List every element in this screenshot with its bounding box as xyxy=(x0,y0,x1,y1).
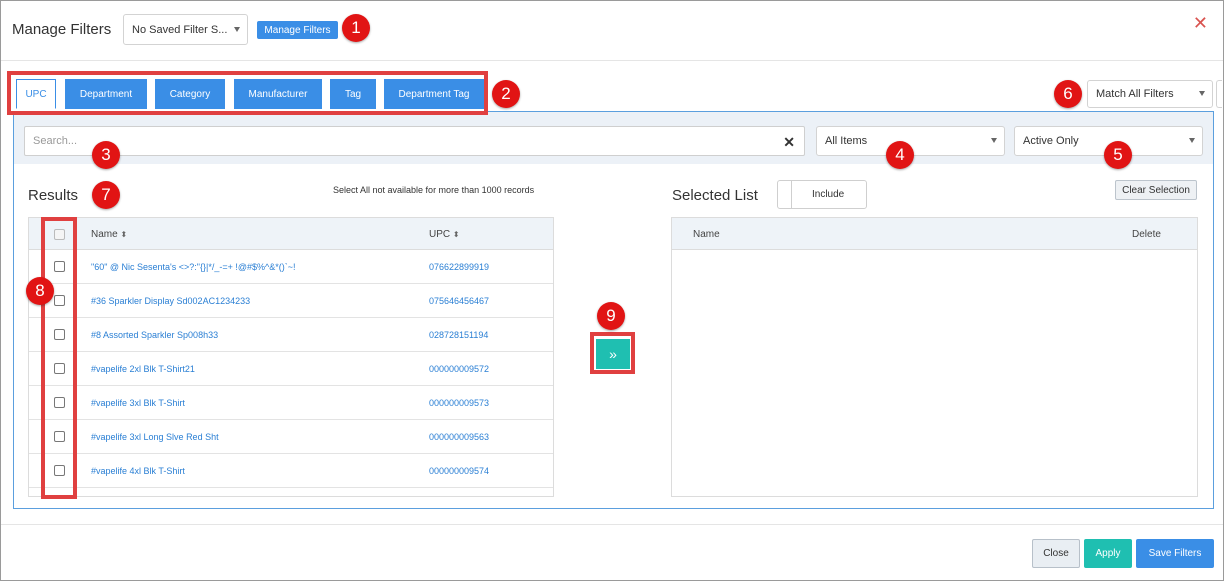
close-button[interactable]: Close xyxy=(1032,539,1080,568)
row-name-link[interactable]: #vapelife 3xl Blk T-Shirt xyxy=(91,398,185,408)
annotation-badge: 6 xyxy=(1054,80,1082,108)
annotation-badge: 2 xyxy=(492,80,520,108)
row-upc-link[interactable]: 028728151194 xyxy=(429,330,488,340)
name-column-label: Name xyxy=(91,229,118,240)
row-upc-link[interactable]: 076622899919 xyxy=(429,262,489,272)
chevron-down-icon xyxy=(1199,91,1205,96)
table-row[interactable]: #vapelife 3xl Long Slve Red Sht 000000009… xyxy=(29,420,553,454)
sort-icon: ⬍ xyxy=(452,230,460,239)
row-upc-link[interactable]: 000000009573 xyxy=(429,398,489,408)
chevron-down-icon xyxy=(1189,138,1195,143)
dialog-title: Manage Filters xyxy=(12,21,112,38)
save-filters-button[interactable]: Save Filters xyxy=(1136,539,1214,568)
sort-icon: ⬍ xyxy=(120,230,128,239)
include-toggle[interactable]: Include xyxy=(777,180,867,209)
selected-list-table: Name Delete xyxy=(671,217,1198,497)
annotation-badge: 9 xyxy=(597,302,625,330)
match-filters-select[interactable]: Match All Filters xyxy=(1087,80,1213,108)
saved-filter-value: No Saved Filter S... xyxy=(132,23,228,36)
name-column-header[interactable]: Name ⬍ xyxy=(91,229,127,240)
row-name-link[interactable]: #vapelife 3xl Long Slve Red Sht xyxy=(91,432,219,442)
close-icon[interactable]: ✕ xyxy=(1193,14,1208,32)
table-row[interactable]: #vapelife 3xl Blk T-Shirt 000000009573 xyxy=(29,386,553,420)
results-table: Name ⬍ UPC ⬍ "60" @ Nic Sesenta's <>?:"{… xyxy=(28,217,554,497)
chevron-down-icon xyxy=(991,138,997,143)
search-input[interactable]: Search... ✕ xyxy=(24,126,805,156)
annotation-badge: 5 xyxy=(1104,141,1132,169)
select-all-note: Select All not available for more than 1… xyxy=(333,185,535,195)
header-divider xyxy=(1,60,1223,61)
row-name-link[interactable]: #vapelife 4xl Blk T-Shirt xyxy=(91,466,185,476)
status-filter-value: Active Only xyxy=(1023,135,1079,147)
row-upc-link[interactable]: 075646456467 xyxy=(429,296,489,306)
annotation-badge: 4 xyxy=(886,141,914,169)
clear-search-icon[interactable]: ✕ xyxy=(783,134,795,151)
search-placeholder: Search... xyxy=(33,135,78,147)
annotation-badge: 7 xyxy=(92,181,120,209)
row-upc-link[interactable]: 000000009563 xyxy=(429,432,489,442)
include-toggle-switch[interactable] xyxy=(778,181,792,208)
overflow-control-edge xyxy=(1216,80,1222,108)
table-row[interactable]: #vapelife 2xl Blk T-Shirt21 000000009572 xyxy=(29,352,553,386)
annotation-badge: 3 xyxy=(92,141,120,169)
move-button-highlight xyxy=(590,332,635,374)
annotation-badge: 8 xyxy=(26,277,54,305)
results-table-header: Name ⬍ UPC ⬍ xyxy=(29,218,553,250)
row-name-link[interactable]: #vapelife 2xl Blk T-Shirt21 xyxy=(91,364,195,374)
footer-divider xyxy=(1,524,1223,525)
row-upc-link[interactable]: 000000009574 xyxy=(429,466,489,476)
row-name-link[interactable]: #8 Assorted Sparkler Sp008h33 xyxy=(91,330,218,340)
table-row[interactable]: #vapelife 4xl Blk T-Shirt 000000009574 xyxy=(29,454,553,488)
items-filter-value: All Items xyxy=(825,135,868,147)
selected-table-header: Name Delete xyxy=(672,218,1197,250)
tabs-highlight xyxy=(7,71,488,115)
table-row[interactable]: "60" @ Nic Sesenta's <>?:"{}|*/_-=+ !@#$… xyxy=(29,250,553,284)
include-label: Include xyxy=(812,189,845,200)
row-name-link[interactable]: #36 Sparkler Display Sd002AC1234233 xyxy=(91,296,250,306)
saved-filter-select[interactable]: No Saved Filter S... xyxy=(123,14,248,45)
selected-name-column: Name xyxy=(693,229,720,240)
checkbox-column-highlight xyxy=(41,217,77,499)
delete-column: Delete xyxy=(1132,229,1161,240)
match-filters-value: Match All Filters xyxy=(1096,88,1174,100)
manage-filters-button[interactable]: Manage Filters xyxy=(257,21,338,39)
upc-column-label: UPC xyxy=(429,229,451,240)
table-row[interactable]: #8 Assorted Sparkler Sp008h33 02872815119… xyxy=(29,318,553,352)
upc-column-header[interactable]: UPC ⬍ xyxy=(429,229,460,240)
annotation-badge: 1 xyxy=(342,14,370,42)
row-upc-link[interactable]: 000000009572 xyxy=(429,364,489,374)
clear-selection-button[interactable]: Clear Selection xyxy=(1115,180,1197,200)
results-title: Results xyxy=(28,187,79,204)
table-row[interactable]: #36 Sparkler Display Sd002AC1234233 07564… xyxy=(29,284,553,318)
row-name-link[interactable]: "60" @ Nic Sesenta's <>?:"{}|*/_-=+ !@#$… xyxy=(91,262,296,272)
chevron-down-icon xyxy=(234,26,240,32)
apply-button[interactable]: Apply xyxy=(1084,539,1132,568)
selected-list-title: Selected List xyxy=(672,187,758,204)
